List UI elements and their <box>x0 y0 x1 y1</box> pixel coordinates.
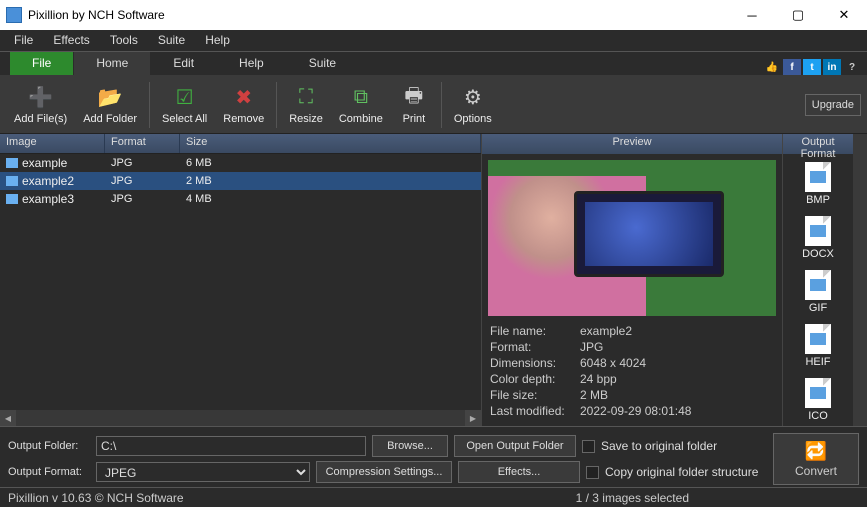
tab-suite[interactable]: Suite <box>287 52 358 75</box>
convert-button[interactable]: 🔁 Convert <box>773 433 859 485</box>
format-icon <box>805 378 831 408</box>
format-icon <box>805 270 831 300</box>
add-file-s--icon: ➕ <box>28 85 54 111</box>
preview-meta: File name:example2Format:JPGDimensions:6… <box>482 322 782 426</box>
toolbar-options[interactable]: ⚙Options <box>446 83 500 127</box>
toolbar-select-all[interactable]: ☑Select All <box>154 83 215 127</box>
tab-file[interactable]: File <box>10 52 73 75</box>
output-folder-label: Output Folder: <box>8 440 90 452</box>
format-ico[interactable]: ICO <box>783 374 853 426</box>
help-icon[interactable]: ? <box>843 59 861 75</box>
tab-help[interactable]: Help <box>217 52 286 75</box>
app-title: Pixillion by NCH Software <box>28 8 729 22</box>
meta-row: File size:2 MB <box>490 388 774 404</box>
effects-button[interactable]: Effects... <box>458 461 580 483</box>
browse-button[interactable]: Browse... <box>372 435 448 457</box>
upgrade-button[interactable]: Upgrade <box>805 94 861 116</box>
meta-row: Color depth:24 bpp <box>490 372 774 388</box>
horizontal-scrollbar[interactable]: ◀ ▶ <box>0 410 481 426</box>
output-format-label: Output Format: <box>8 466 90 478</box>
meta-row: File name:example2 <box>490 324 774 340</box>
file-icon <box>6 194 18 204</box>
main-area: Image Format Size exampleJPG6 MBexample2… <box>0 134 867 426</box>
format-heif[interactable]: HEIF <box>783 320 853 374</box>
meta-row: Dimensions:6048 x 4024 <box>490 356 774 372</box>
formats-list[interactable]: BMPDOCXGIFHEIFICO <box>783 154 853 426</box>
linkedin-icon[interactable]: in <box>823 59 841 75</box>
minimize-button[interactable]: ─ <box>729 0 775 30</box>
copy-structure-checkbox[interactable]: Copy original folder structure <box>586 465 758 479</box>
menu-file[interactable]: File <box>4 30 43 51</box>
format-bmp[interactable]: BMP <box>783 158 853 212</box>
formats-heading: Output Format <box>783 134 853 154</box>
add-folder-icon: 📂 <box>97 85 123 111</box>
file-row[interactable]: example2JPG2 MB <box>0 172 481 190</box>
file-row[interactable]: exampleJPG6 MB <box>0 154 481 172</box>
print-icon: 🖶 <box>401 85 427 111</box>
open-output-folder-button[interactable]: Open Output Folder <box>454 435 576 457</box>
format-icon <box>805 162 831 192</box>
output-format-panel: Output Format BMPDOCXGIFHEIFICO <box>782 134 867 426</box>
toolbar-combine[interactable]: ⧉Combine <box>331 83 391 127</box>
toolbar-add-file-s-[interactable]: ➕Add File(s) <box>6 83 75 127</box>
menu-suite[interactable]: Suite <box>148 30 195 51</box>
col-size[interactable]: Size <box>180 134 481 153</box>
menu-help[interactable]: Help <box>195 30 240 51</box>
toolbar: ➕Add File(s)📂Add Folder☑Select All✖Remov… <box>0 76 867 134</box>
preview-heading: Preview <box>482 134 782 154</box>
menu-bar: FileEffectsToolsSuiteHelp <box>0 30 867 52</box>
status-bar: Pixillion v 10.63 © NCH Software 1 / 3 i… <box>0 487 867 507</box>
meta-row: Format:JPG <box>490 340 774 356</box>
formats-scrollbar[interactable] <box>853 134 867 426</box>
scroll-left-icon[interactable]: ◀ <box>0 410 16 426</box>
facebook-icon[interactable]: f <box>783 59 801 75</box>
list-header: Image Format Size <box>0 134 481 154</box>
social-bar: 👍 f t in ? <box>763 59 867 75</box>
options-icon: ⚙ <box>460 85 486 111</box>
format-docx[interactable]: DOCX <box>783 212 853 266</box>
preview-panel: Preview File name:example2Format:JPGDime… <box>481 134 782 426</box>
menu-effects[interactable]: Effects <box>43 30 99 51</box>
convert-icon: 🔁 <box>805 441 827 462</box>
select-all-icon: ☑ <box>172 85 198 111</box>
maximize-button[interactable]: ▢ <box>775 0 821 30</box>
bottom-panel: Output Folder: Browse... Open Output Fol… <box>0 426 867 487</box>
col-image[interactable]: Image <box>0 134 105 153</box>
toolbar-remove[interactable]: ✖Remove <box>215 83 272 127</box>
preview-image <box>488 160 776 316</box>
format-icon <box>805 324 831 354</box>
meta-row: Last modified:2022-09-29 08:01:48 <box>490 404 774 420</box>
twitter-icon[interactable]: t <box>803 59 821 75</box>
toolbar-print[interactable]: 🖶Print <box>391 83 437 127</box>
toolbar-add-folder[interactable]: 📂Add Folder <box>75 83 145 127</box>
file-icon <box>6 158 18 168</box>
tab-edit[interactable]: Edit <box>151 52 216 75</box>
title-bar: Pixillion by NCH Software ─ ▢ ✕ <box>0 0 867 30</box>
file-list[interactable]: exampleJPG6 MBexample2JPG2 MBexample3JPG… <box>0 154 481 410</box>
like-icon[interactable]: 👍 <box>763 59 781 75</box>
toolbar-resize[interactable]: ⛶Resize <box>281 83 331 127</box>
file-row[interactable]: example3JPG4 MB <box>0 190 481 208</box>
save-original-checkbox[interactable]: Save to original folder <box>582 439 717 453</box>
convert-label: Convert <box>795 464 837 478</box>
format-gif[interactable]: GIF <box>783 266 853 320</box>
close-button[interactable]: ✕ <box>821 0 867 30</box>
combine-icon: ⧉ <box>348 85 374 111</box>
output-folder-input[interactable] <box>96 436 366 456</box>
tab-home[interactable]: Home <box>74 52 150 75</box>
file-list-panel: Image Format Size exampleJPG6 MBexample2… <box>0 134 481 426</box>
format-icon <box>805 216 831 246</box>
col-format[interactable]: Format <box>105 134 180 153</box>
compression-settings-button[interactable]: Compression Settings... <box>316 461 452 483</box>
app-icon <box>6 7 22 23</box>
status-selection: 1 / 3 images selected <box>576 491 689 505</box>
resize-icon: ⛶ <box>293 85 319 111</box>
file-icon <box>6 176 18 186</box>
status-version: Pixillion v 10.63 © NCH Software <box>8 491 184 505</box>
tab-bar: File HomeEditHelpSuite 👍 f t in ? <box>0 52 867 76</box>
output-format-select[interactable]: JPEG <box>96 462 310 482</box>
scroll-right-icon[interactable]: ▶ <box>465 410 481 426</box>
remove-icon: ✖ <box>231 85 257 111</box>
menu-tools[interactable]: Tools <box>100 30 148 51</box>
